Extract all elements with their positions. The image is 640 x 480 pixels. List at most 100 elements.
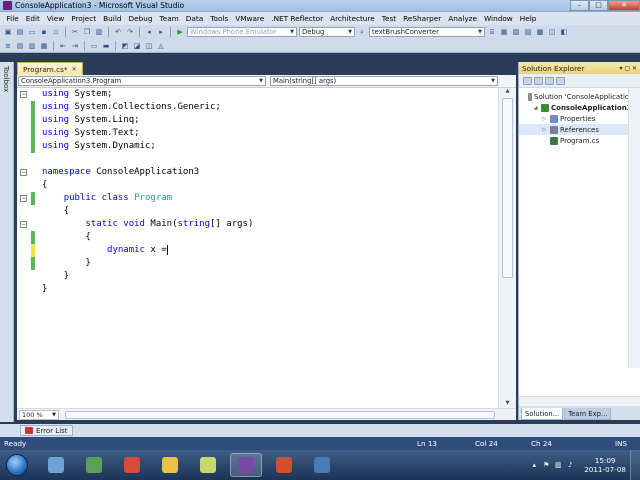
volume-icon[interactable]: ♪ bbox=[566, 461, 574, 469]
expand-arrow-icon[interactable]: ◢ bbox=[532, 105, 539, 111]
complete-word-icon[interactable]: ▦ bbox=[39, 41, 49, 50]
menu-item-file[interactable]: File bbox=[3, 14, 22, 23]
toggle-bookmark-icon[interactable]: ◩ bbox=[120, 41, 130, 50]
menu-item-test[interactable]: Test bbox=[378, 14, 399, 23]
decrease-indent-icon[interactable]: ⇤ bbox=[58, 41, 68, 50]
code-line[interactable]: } bbox=[42, 283, 253, 296]
toolbox-icon[interactable]: ▩ bbox=[535, 28, 545, 37]
undo-icon[interactable]: ↶ bbox=[113, 28, 123, 37]
open-icon[interactable]: ▭ bbox=[27, 28, 37, 37]
menu-item-data[interactable]: Data bbox=[182, 14, 206, 23]
toolbox-label[interactable]: Toolbox bbox=[2, 66, 10, 92]
tab-solution-explorer[interactable]: Solution... bbox=[521, 408, 564, 420]
comment-icon[interactable]: ▭ bbox=[89, 41, 99, 50]
code-line[interactable]: using System.Dynamic; bbox=[42, 140, 253, 153]
menu-item-window[interactable]: Window bbox=[481, 14, 517, 23]
configuration-select[interactable]: Debug ▼ bbox=[299, 27, 355, 37]
solution-explorer-vertical-scrollbar[interactable] bbox=[628, 88, 640, 368]
code-line[interactable]: using System.Linq; bbox=[42, 114, 253, 127]
horizontal-scrollbar[interactable]: 100 % ▼ bbox=[17, 408, 516, 420]
collapse-toggle-icon[interactable]: − bbox=[20, 169, 27, 176]
tree-item-references[interactable]: ▷ References bbox=[519, 124, 640, 135]
code-line[interactable]: namespace ConsoleApplication3 bbox=[42, 166, 253, 179]
previous-bookmark-icon[interactable]: ◪ bbox=[132, 41, 142, 50]
member-dropdown[interactable]: Main(string[] args) ▼ bbox=[270, 76, 498, 86]
properties-icon[interactable] bbox=[523, 76, 532, 85]
parameter-info-icon[interactable]: ▤ bbox=[15, 41, 25, 50]
paste-icon[interactable]: ▥ bbox=[94, 28, 104, 37]
minimize-button[interactable]: – bbox=[570, 0, 589, 11]
code-line[interactable]: } bbox=[42, 270, 253, 283]
redo-icon[interactable]: ↷ bbox=[125, 28, 135, 37]
scroll-up-icon[interactable]: ▲ bbox=[499, 88, 516, 96]
taskbar-network-app[interactable] bbox=[40, 453, 72, 477]
menu-item-view[interactable]: View bbox=[43, 14, 67, 23]
taskbar-visual-studio[interactable] bbox=[230, 453, 262, 477]
navigate-back-icon[interactable]: ◂ bbox=[144, 28, 154, 37]
taskbar-explorer[interactable] bbox=[154, 453, 186, 477]
vertical-scrollbar[interactable]: ▲ ▼ bbox=[498, 88, 516, 408]
clock[interactable]: 15:09 2011-07-08 bbox=[584, 456, 626, 474]
uncomment-icon[interactable]: ▬ bbox=[101, 41, 111, 50]
quick-info-icon[interactable]: ▥ bbox=[27, 41, 37, 50]
code-line[interactable]: { bbox=[42, 205, 253, 218]
properties-icon[interactable]: ▧ bbox=[511, 28, 521, 37]
code-line[interactable]: } bbox=[42, 257, 253, 270]
show-all-files-icon[interactable] bbox=[534, 76, 543, 85]
code-line[interactable]: public class Program bbox=[42, 192, 253, 205]
menu-item-tools[interactable]: Tools bbox=[207, 14, 232, 23]
close-icon[interactable]: ✕ bbox=[72, 66, 77, 73]
save-icon[interactable]: ▪ bbox=[39, 28, 49, 37]
view-class-diagram-icon[interactable] bbox=[556, 76, 565, 85]
emulator-select[interactable]: Windows Phone Emulator ▼ bbox=[187, 27, 297, 37]
tab-error-list[interactable]: Error List bbox=[20, 425, 73, 436]
next-bookmark-icon[interactable]: ◫ bbox=[144, 41, 154, 50]
menu-item-project[interactable]: Project bbox=[68, 14, 100, 23]
solution-explorer-horizontal-scrollbar[interactable] bbox=[519, 396, 640, 406]
start-debugging-icon[interactable]: ▶ bbox=[175, 28, 185, 37]
show-desktop-button[interactable] bbox=[630, 450, 640, 480]
start-page-icon[interactable]: ◧ bbox=[559, 28, 569, 37]
menu-item-analyze[interactable]: Analyze bbox=[445, 14, 481, 23]
code-line[interactable] bbox=[42, 153, 253, 166]
increase-indent-icon[interactable]: ⇥ bbox=[70, 41, 80, 50]
panel-controls-icon[interactable]: ▾ ▢ ✕ bbox=[619, 65, 637, 72]
zoom-dropdown[interactable]: 100 % ▼ bbox=[19, 409, 59, 420]
expand-arrow-icon[interactable]: ▷ bbox=[541, 116, 548, 122]
menu-item-architecture[interactable]: Architecture bbox=[327, 14, 379, 23]
taskbar-remote[interactable] bbox=[306, 453, 338, 477]
menu-item-vmware[interactable]: VMware bbox=[232, 14, 268, 23]
collapse-toggle-icon[interactable]: − bbox=[20, 195, 27, 202]
show-hidden-icons-icon[interactable]: ▴ bbox=[530, 461, 538, 469]
menu-item-build[interactable]: Build bbox=[100, 14, 125, 23]
tab-team-explorer[interactable]: Team Exp... bbox=[564, 408, 612, 420]
tree-item-solution-consoleapplication3[interactable]: Solution 'ConsoleApplication3' bbox=[519, 91, 640, 102]
refresh-icon[interactable] bbox=[545, 76, 554, 85]
horizontal-scroll-thumb[interactable] bbox=[65, 410, 495, 419]
code-line[interactable]: static void Main(string[] args) bbox=[42, 218, 253, 231]
add-item-icon[interactable]: ▤ bbox=[15, 28, 25, 37]
extension-manager-icon[interactable]: ◫ bbox=[547, 28, 557, 37]
clear-bookmarks-icon[interactable]: ◬ bbox=[156, 41, 166, 50]
code-line[interactable]: { bbox=[42, 179, 253, 192]
find-icon[interactable]: ⌕ bbox=[357, 28, 367, 37]
menu-item-net-reflector[interactable]: .NET Reflector bbox=[268, 14, 327, 23]
taskbar-chrome[interactable] bbox=[116, 453, 148, 477]
new-project-icon[interactable]: ▣ bbox=[3, 28, 13, 37]
flag-icon[interactable]: ⚑ bbox=[542, 461, 550, 469]
menu-item-edit[interactable]: Edit bbox=[22, 14, 43, 23]
tree-item-properties[interactable]: ▷ Properties bbox=[519, 113, 640, 124]
code-area[interactable]: − − − − using System; using System.Collectio… bbox=[17, 88, 516, 408]
menu-item-debug[interactable]: Debug bbox=[125, 14, 156, 23]
taskbar-notes[interactable] bbox=[192, 453, 224, 477]
tree-item-program-cs[interactable]: Program.cs bbox=[519, 135, 640, 146]
close-button[interactable]: ✕ bbox=[608, 0, 640, 11]
code-line[interactable]: { bbox=[42, 231, 253, 244]
maximize-button[interactable]: □ bbox=[589, 0, 608, 11]
solution-explorer-icon[interactable]: ▦ bbox=[499, 28, 509, 37]
copy-icon[interactable]: ❐ bbox=[82, 28, 92, 37]
menu-item-help[interactable]: Help bbox=[516, 14, 540, 23]
code-line[interactable]: dynamic x = bbox=[42, 244, 253, 257]
code-line[interactable]: using System.Text; bbox=[42, 127, 253, 140]
start-button[interactable] bbox=[6, 454, 28, 476]
